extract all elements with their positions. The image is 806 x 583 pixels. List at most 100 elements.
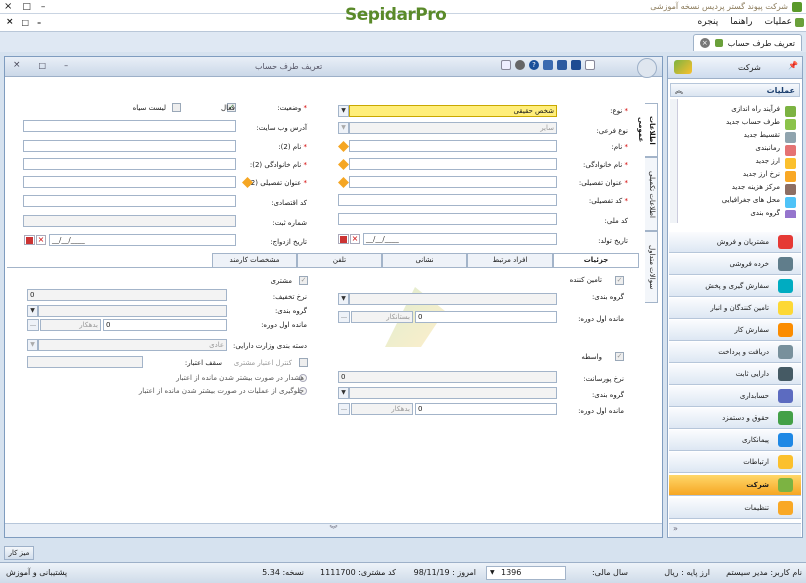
op-schedule[interactable]: رمانبندی: [755, 144, 796, 157]
commission-field[interactable]: 0: [338, 371, 557, 383]
broker-group-dropdown[interactable]: ▼: [338, 387, 349, 399]
type-select[interactable]: شخص حقیقی: [349, 105, 557, 117]
nav-suppliers-warehouse[interactable]: تامین کنندگان و انبار: [669, 298, 801, 319]
side-tab-faq[interactable]: سوالات متداول: [645, 231, 658, 303]
broker-balance-button[interactable]: …: [338, 403, 350, 415]
form-close-button[interactable]: ×: [13, 60, 21, 70]
clear-icon[interactable]: ×: [350, 234, 360, 244]
nav-customers-sales[interactable]: مشتریان و فروش: [669, 232, 801, 253]
broker-group-field[interactable]: [349, 387, 557, 399]
desktop-button[interactable]: میز کار: [4, 546, 34, 560]
nav-contracting[interactable]: پیمانکاری: [669, 430, 801, 451]
nav-fixed-assets[interactable]: دارایی ثابت: [669, 364, 801, 385]
op-new-rate[interactable]: نرخ ارز جدید: [743, 170, 796, 183]
maximize-window-button[interactable]: □: [22, 2, 31, 12]
national-code-field[interactable]: [338, 213, 557, 225]
mdi-close-button[interactable]: ×: [6, 17, 14, 27]
supplier-group-field[interactable]: [349, 293, 557, 305]
form-minimize-button[interactable]: –: [64, 61, 68, 70]
broker-checkbox[interactable]: ✓: [615, 352, 624, 361]
clear-icon[interactable]: ×: [36, 235, 46, 245]
subtype-select[interactable]: سایر: [349, 122, 557, 134]
side-tab-general[interactable]: اطلاعات عمومی: [637, 103, 658, 157]
customer-balance-type[interactable]: بدهکار: [40, 319, 101, 331]
mdi-minimize-button[interactable]: –: [37, 18, 41, 27]
side-tab-additional[interactable]: اطلاعات تکمیلی: [645, 157, 658, 231]
website-field[interactable]: [23, 120, 236, 132]
close-window-button[interactable]: ×: [4, 1, 12, 12]
support-link[interactable]: پشتیبانی و آموزش: [6, 568, 67, 577]
finance-category-field[interactable]: عادی: [38, 339, 227, 351]
menu-operations[interactable]: عملیات: [765, 17, 792, 27]
nav-payroll[interactable]: حقوق و دستمزد: [669, 408, 801, 429]
op-new-installment[interactable]: تقسیط جدید: [744, 131, 796, 144]
op-setup[interactable]: فرآیند راه اندازی: [731, 105, 796, 118]
nav-receipts-payments[interactable]: دریافت و پرداخت: [669, 342, 801, 363]
nav-accounting[interactable]: حسابداری: [669, 386, 801, 407]
mdi-restore-button[interactable]: □: [22, 18, 30, 27]
pin-icon[interactable]: 📌: [788, 61, 798, 70]
new-icon[interactable]: [585, 60, 595, 70]
nav-orders[interactable]: سفارش گیری و پخش: [669, 276, 801, 297]
menu-window[interactable]: پنجره: [698, 17, 719, 27]
family-field[interactable]: [349, 158, 557, 170]
calendar-icon[interactable]: [24, 235, 35, 245]
marriage-date-field[interactable]: __/__/____: [49, 234, 236, 246]
supplier-group-dropdown[interactable]: ▼: [338, 293, 349, 305]
ops-scrollbar[interactable]: [670, 99, 678, 223]
op-cost-center[interactable]: مرکز هزینه جدید: [732, 183, 796, 196]
op-locations[interactable]: محل های جغرافیایی: [722, 196, 796, 209]
family2-field[interactable]: [23, 158, 236, 170]
tab-address[interactable]: نشانی: [382, 253, 467, 267]
collapse-bar[interactable]: ︾: [5, 523, 662, 537]
subtype-dropdown-button[interactable]: ▼: [338, 122, 349, 134]
minimize-window-button[interactable]: –: [41, 2, 46, 12]
form-maximize-button[interactable]: □: [39, 61, 47, 70]
doc-tab-close-icon[interactable]: ×: [699, 38, 710, 48]
settings-icon[interactable]: [515, 60, 525, 70]
ops-header[interactable]: عملیات ︽: [670, 83, 800, 97]
type-dropdown-button[interactable]: ▼: [338, 105, 349, 117]
registration-number-field[interactable]: [23, 215, 236, 227]
birth-date-field[interactable]: __/__/____: [363, 233, 557, 245]
name-field[interactable]: [349, 140, 557, 152]
supplier-balance-type[interactable]: بستانکار: [351, 311, 413, 323]
nav-communications[interactable]: ارتباطات: [669, 452, 801, 473]
broker-opening-field[interactable]: 0: [415, 403, 557, 415]
customer-group-field[interactable]: [38, 305, 227, 317]
dropdown-arrow-icon[interactable]: [501, 60, 511, 70]
credit-cap-field[interactable]: [27, 356, 143, 368]
tab-employee-info[interactable]: مشخصات کارمند: [212, 253, 297, 267]
supplier-opening-field[interactable]: 0: [415, 311, 557, 323]
broker-balance-type[interactable]: بدهکار: [351, 403, 413, 415]
nav-work-order[interactable]: سفارش کار: [669, 320, 801, 341]
supplier-balance-button[interactable]: …: [338, 311, 350, 323]
panel-expand-button[interactable]: »: [669, 523, 801, 537]
op-grouping[interactable]: گروه بندی: [750, 209, 796, 218]
tab-related-people[interactable]: افراد مرتبط: [467, 253, 553, 267]
nav-settings[interactable]: تنظیمات: [669, 498, 801, 519]
nav-company[interactable]: شرکت: [669, 475, 801, 496]
supplier-checkbox[interactable]: ✓: [615, 276, 624, 285]
economic-code-field[interactable]: [23, 195, 236, 207]
help-icon[interactable]: ?: [529, 60, 539, 70]
nav-retail[interactable]: خرده فروشی: [669, 254, 801, 275]
finance-category-dropdown[interactable]: ▼: [27, 339, 38, 351]
detail-title-field[interactable]: [349, 176, 557, 188]
collapse-up-icon[interactable]: ︽: [675, 85, 683, 96]
customer-balance-button[interactable]: …: [27, 319, 39, 331]
detail-code-field[interactable]: [338, 194, 557, 206]
credit-check-checkbox[interactable]: [299, 358, 308, 367]
fiscal-year-select[interactable]: ▼ 1396: [486, 566, 566, 580]
op-new-account[interactable]: طرف حساب جدید: [726, 118, 796, 131]
tab-phone[interactable]: تلفن: [297, 253, 382, 267]
menu-help[interactable]: راهنما: [730, 17, 752, 27]
detail-title2-field[interactable]: [23, 176, 236, 188]
save-icon[interactable]: [543, 60, 553, 70]
name2-field[interactable]: [23, 140, 236, 152]
customer-group-dropdown[interactable]: ▼: [27, 305, 38, 317]
customer-opening-field[interactable]: 0: [103, 319, 227, 331]
discount-field[interactable]: 0: [27, 289, 227, 301]
customer-checkbox[interactable]: ✓: [299, 276, 308, 285]
blacklist-checkbox[interactable]: [172, 103, 181, 112]
